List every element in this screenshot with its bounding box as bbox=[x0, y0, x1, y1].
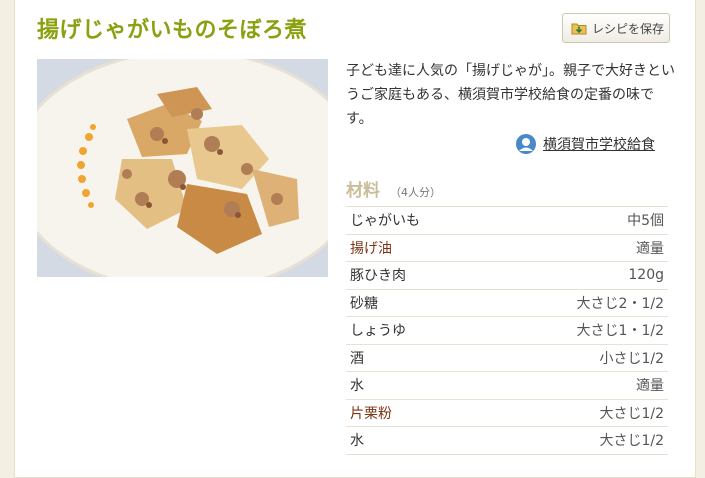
servings: （4人分） bbox=[390, 186, 441, 199]
ingredient-quantity: 120g bbox=[490, 261, 668, 290]
folder-save-icon bbox=[571, 20, 587, 36]
ingredient-name[interactable]: 揚げ油 bbox=[346, 234, 491, 262]
ingredient-name: 水 bbox=[346, 426, 491, 455]
recipe-photo bbox=[37, 59, 328, 277]
author-globe-icon bbox=[515, 133, 537, 155]
ingredient-quantity: 大さじ1/2 bbox=[490, 399, 668, 427]
ingredient-name: 砂糖 bbox=[346, 289, 491, 317]
recipe-card: 揚げじゃがいものそぼろ煮 レシピを保存 子ども達に人気の「揚げじゃが」。親子で大… bbox=[14, 0, 696, 478]
recipe-author[interactable]: 横須賀市学校給食 bbox=[515, 133, 655, 155]
ingredient-row: 水適量 bbox=[346, 371, 668, 400]
ingredient-row: しょうゆ 大さじ1・1/2 bbox=[346, 316, 668, 345]
ingredient-row: 水大さじ1/2 bbox=[346, 426, 668, 455]
ingredient-quantity: 小さじ1/2 bbox=[490, 344, 668, 372]
ingredient-row: 揚げ油 適量 bbox=[346, 234, 668, 262]
ingredients-table: じゃがいも 中5個 揚げ油 適量 豚ひき肉 120g 砂糖 大さじ2・1/2 しょうゆ 大さじ1・… bbox=[346, 206, 668, 455]
ingredient-quantity: 中5個 bbox=[490, 206, 668, 235]
ingredient-name: しょうゆ bbox=[346, 316, 491, 345]
recipe-title: 揚げじゃがいものそぼろ煮 bbox=[37, 18, 308, 43]
ingredient-name: 水 bbox=[346, 371, 491, 400]
ingredient-name: 酒 bbox=[346, 344, 491, 372]
author-link[interactable]: 横須賀市学校給食 bbox=[543, 134, 655, 154]
ingredient-row: じゃがいも 中5個 bbox=[346, 206, 668, 235]
ingredient-row: 酒小さじ1/2 bbox=[346, 344, 668, 372]
save-recipe-button[interactable]: レシピを保存 bbox=[562, 13, 670, 43]
ingredient-row: 豚ひき肉 120g bbox=[346, 261, 668, 290]
ingredient-quantity: 大さじ1/2 bbox=[490, 426, 668, 455]
ingredient-quantity: 大さじ2・1/2 bbox=[490, 289, 668, 317]
ingredient-name: 豚ひき肉 bbox=[346, 261, 491, 290]
ingredient-quantity: 大さじ1・1/2 bbox=[490, 316, 668, 345]
ingredients-heading: 材料 bbox=[346, 181, 380, 201]
ingredient-quantity: 適量 bbox=[490, 371, 668, 400]
ingredient-name: じゃがいも bbox=[346, 206, 491, 235]
save-recipe-label: レシピを保存 bbox=[592, 21, 665, 36]
recipe-description: 子ども達に人気の「揚げじゃが」。親子で大好きというご家庭もある、横須賀市学校給食… bbox=[346, 63, 675, 127]
ingredient-name[interactable]: 片栗粉 bbox=[346, 399, 491, 427]
ingredients-header: 材料 （4人分） bbox=[346, 176, 441, 201]
ingredient-quantity: 適量 bbox=[490, 234, 668, 262]
ingredient-row: 砂糖 大さじ2・1/2 bbox=[346, 289, 668, 317]
ingredient-row: 片栗粉 大さじ1/2 bbox=[346, 399, 668, 427]
